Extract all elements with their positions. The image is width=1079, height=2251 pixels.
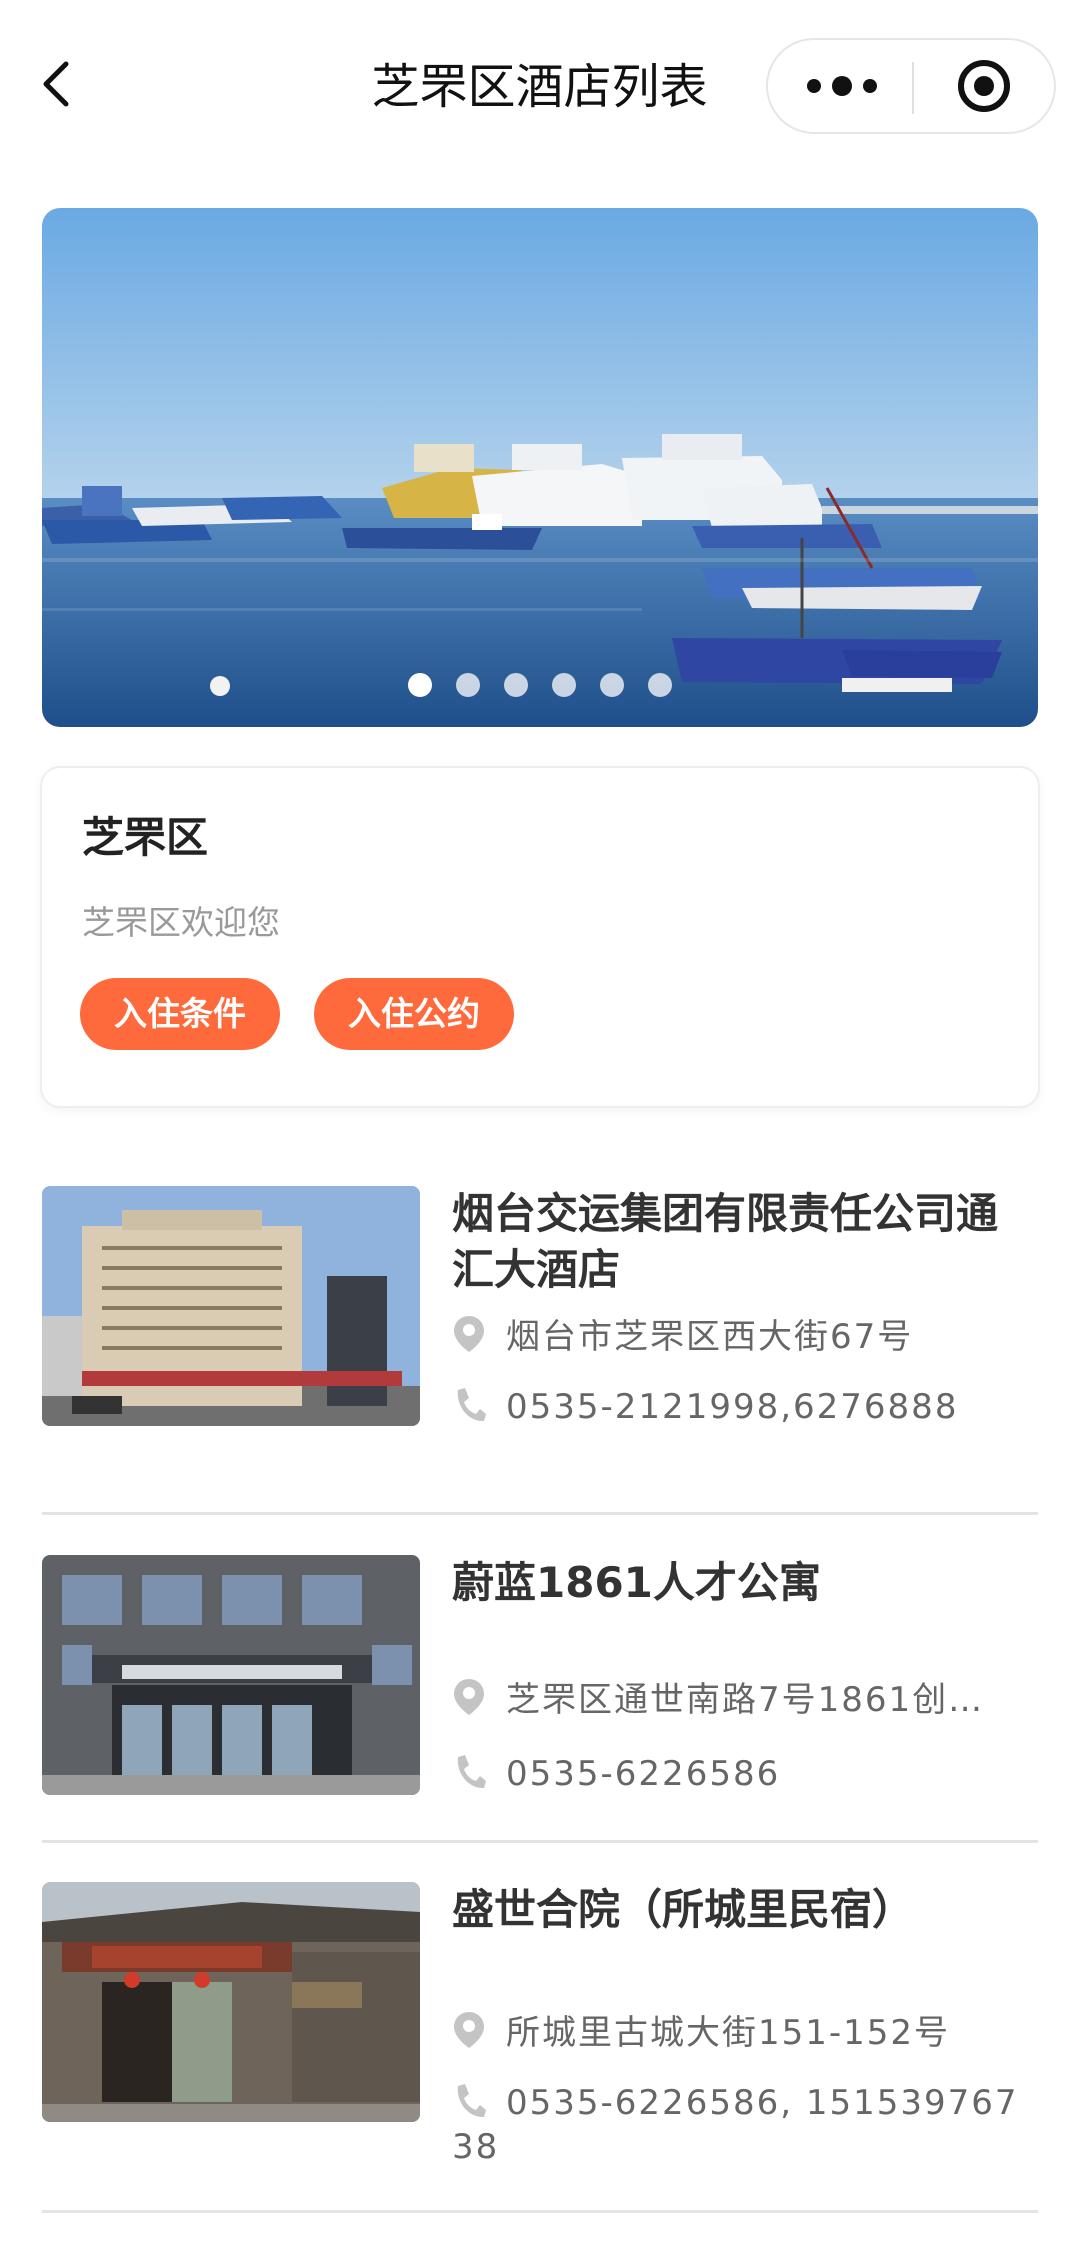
hotel-name: 烟台交运集团有限责任公司通汇大酒店 <box>452 1189 999 1294</box>
district-name: 芝罘区 <box>82 813 209 862</box>
hotel-name: 蔚蓝1861人才公寓 <box>452 1558 821 1607</box>
carousel-dot[interactable] <box>552 673 576 697</box>
hotel-address: 芝罘区通世南路7号1861创… <box>452 1677 1038 1722</box>
district-card: 芝罘区 芝罘区欢迎您 入住条件 入住公约 <box>42 768 1038 1106</box>
carousel-dot[interactable] <box>600 673 624 697</box>
hotel-item[interactable]: 盛世合院（所城里民宿） 所城里古城大街151-152号 0535-6226586… <box>42 1882 1038 2172</box>
phone-icon <box>457 1388 486 1422</box>
hotel-name: 盛世合院（所城里民宿） <box>452 1885 915 1934</box>
hotel-address: 所城里古城大街151-152号 <box>452 2010 1038 2055</box>
hotel-phone-text: 0535-6226586, 15153976738 <box>452 2083 1019 2167</box>
target-close-icon <box>958 60 1010 112</box>
hotel-address-text: 所城里古城大街151-152号 <box>506 2013 951 2053</box>
hotel-address-text: 烟台市芝罘区西大街67号 <box>506 1317 914 1357</box>
carousel-dot[interactable] <box>648 673 672 697</box>
carousel-dot[interactable] <box>456 673 480 697</box>
carousel-dot[interactable] <box>504 673 528 697</box>
hotel-address-text: 芝罘区通世南路7号1861创… <box>506 1680 985 1720</box>
mini-program-capsule <box>766 38 1056 134</box>
navigation-bar: 芝罘区酒店列表 <box>0 0 1079 175</box>
checkin-conditions-button[interactable]: 入住条件 <box>80 978 280 1050</box>
carousel-indicator <box>42 673 1038 697</box>
hotel-phone[interactable]: 0535-6226586 <box>452 1751 1038 1796</box>
carousel-dot[interactable] <box>408 673 432 697</box>
hotel-item[interactable]: 烟台交运集团有限责任公司通汇大酒店 烟台市芝罘区西大街67号 0535-2121… <box>42 1186 1038 1446</box>
location-pin-icon <box>454 2012 484 2048</box>
hotel-phone[interactable]: 0535-6226586, 15153976738 <box>452 2080 1038 2169</box>
hotel-photo <box>42 1186 420 1426</box>
hotel-phone-text: 0535-6226586 <box>506 1754 781 1794</box>
close-mini-program-button[interactable] <box>914 40 1054 132</box>
hotel-phone[interactable]: 0535-2121998,6276888 <box>452 1384 1038 1429</box>
hotel-phone-text: 0535-2121998,6276888 <box>506 1387 959 1427</box>
divider <box>42 1512 1038 1515</box>
more-button[interactable] <box>768 40 912 132</box>
hotel-item[interactable]: 蔚蓝1861人才公寓 芝罘区通世南路7号1861创… 0535-6226586 <box>42 1555 1038 1795</box>
divider <box>42 1840 1038 1843</box>
hotel-address: 烟台市芝罘区西大街67号 <box>452 1314 1038 1359</box>
location-pin-icon <box>454 1679 484 1715</box>
phone-icon <box>457 1755 486 1789</box>
harbor-photo <box>42 208 1038 727</box>
hotel-photo <box>42 1555 420 1795</box>
district-welcome: 芝罘区欢迎您 <box>82 903 280 942</box>
location-pin-icon <box>454 1316 484 1352</box>
hotel-photo <box>42 1882 420 2122</box>
harbor-banner-carousel[interactable] <box>42 208 1038 727</box>
divider <box>42 2210 1038 2213</box>
checkin-rules-button[interactable]: 入住公约 <box>314 978 514 1050</box>
phone-icon <box>457 2084 486 2118</box>
more-dots-icon <box>807 76 877 96</box>
